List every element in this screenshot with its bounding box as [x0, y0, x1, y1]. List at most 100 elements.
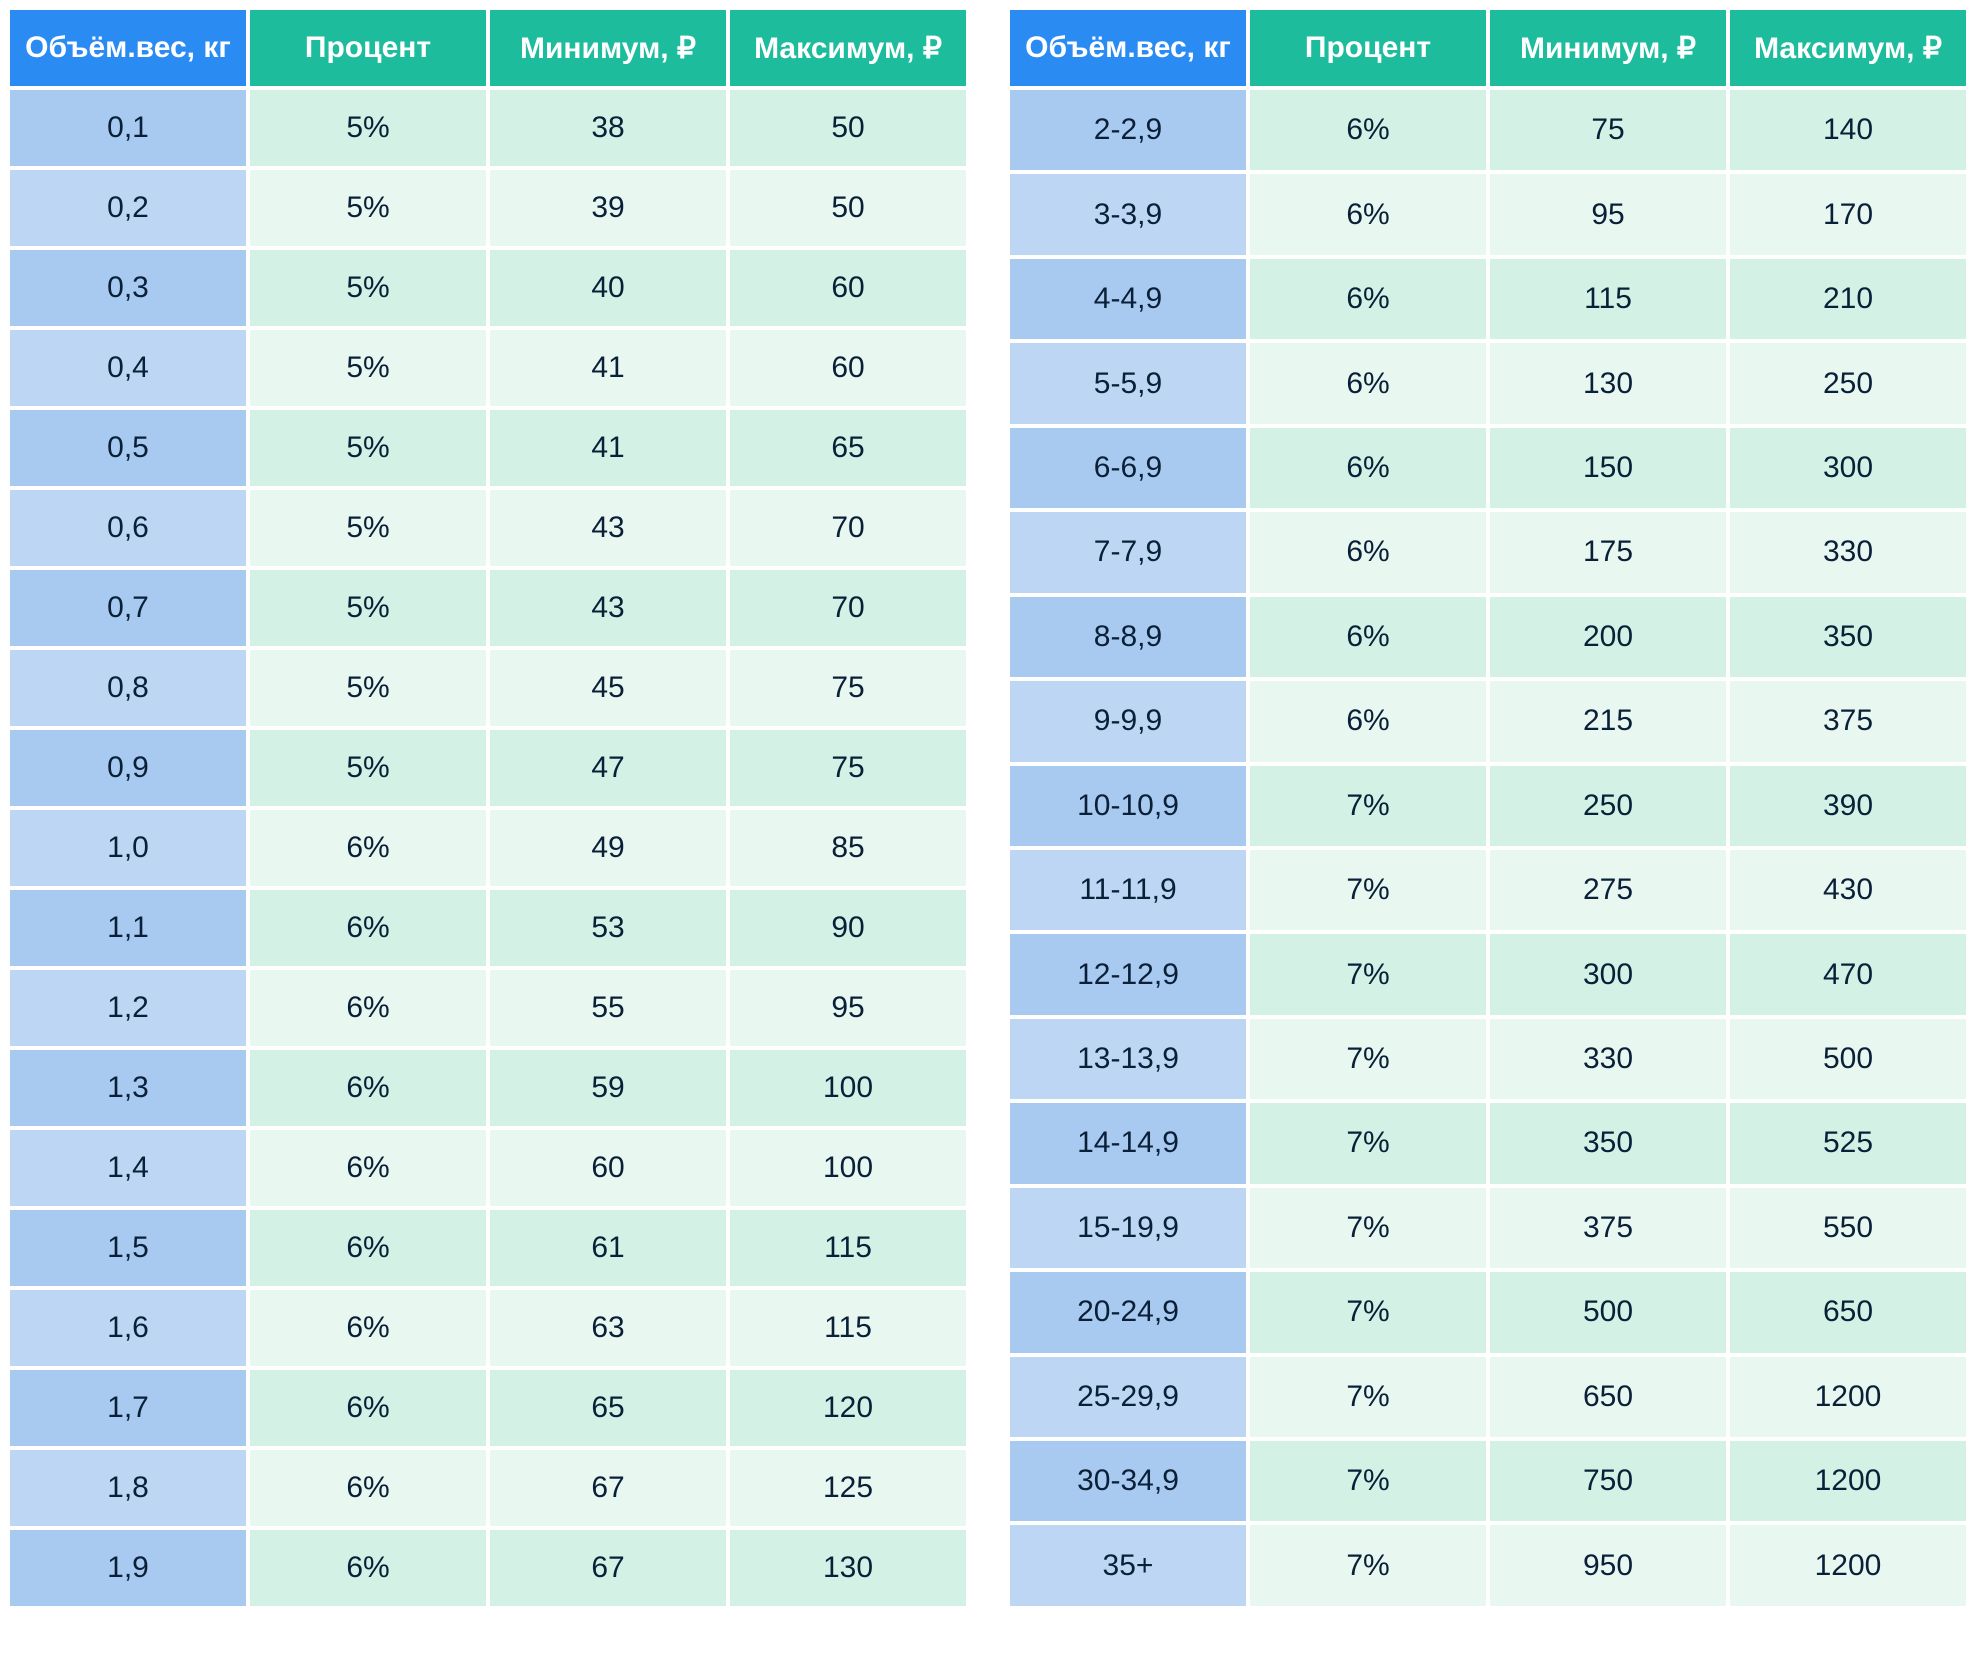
cell-max: 470	[1728, 932, 1968, 1016]
cell-max: 130	[728, 1528, 968, 1608]
table-row: 8-8,96%200350	[1008, 595, 1968, 679]
pricing-table-right: Объём.вес, кг Процент Минимум, ₽ Максиму…	[1008, 8, 1968, 1608]
cell-percent: 6%	[1248, 510, 1488, 594]
cell-max: 330	[1728, 510, 1968, 594]
table-row: 0,55%4165	[8, 408, 968, 488]
cell-max: 70	[728, 488, 968, 568]
cell-max: 75	[728, 648, 968, 728]
cell-percent: 6%	[248, 1128, 488, 1208]
table-row: 35+7%9501200	[1008, 1523, 1968, 1608]
table-row: 1,96%67130	[8, 1528, 968, 1608]
cell-max: 115	[728, 1288, 968, 1368]
table-body-right: 2-2,96%751403-3,96%951704-4,96%1152105-5…	[1008, 88, 1968, 1608]
cell-weight: 0,8	[8, 648, 248, 728]
table-row: 6-6,96%150300	[1008, 426, 1968, 510]
cell-max: 210	[1728, 257, 1968, 341]
table-row: 25-29,97%6501200	[1008, 1355, 1968, 1439]
cell-max: 1200	[1728, 1439, 1968, 1523]
cell-weight: 3-3,9	[1008, 172, 1248, 256]
table-header-row: Объём.вес, кг Процент Минимум, ₽ Максиму…	[8, 8, 968, 88]
table-row: 0,45%4160	[8, 328, 968, 408]
table-row: 9-9,96%215375	[1008, 679, 1968, 763]
cell-weight: 0,2	[8, 168, 248, 248]
cell-max: 60	[728, 328, 968, 408]
col-header-percent: Процент	[248, 8, 488, 88]
cell-max: 50	[728, 88, 968, 168]
cell-min: 60	[488, 1128, 728, 1208]
cell-weight: 0,9	[8, 728, 248, 808]
cell-max: 60	[728, 248, 968, 328]
cell-weight: 1,4	[8, 1128, 248, 1208]
cell-max: 500	[1728, 1017, 1968, 1101]
cell-max: 125	[728, 1448, 968, 1528]
cell-min: 41	[488, 408, 728, 488]
table-row: 1,46%60100	[8, 1128, 968, 1208]
table-row: 12-12,97%300470	[1008, 932, 1968, 1016]
cell-weight: 0,7	[8, 568, 248, 648]
table-row: 0,15%3850	[8, 88, 968, 168]
cell-min: 47	[488, 728, 728, 808]
cell-percent: 7%	[1248, 848, 1488, 932]
col-header-percent: Процент	[1248, 8, 1488, 88]
table-row: 0,95%4775	[8, 728, 968, 808]
cell-min: 67	[488, 1448, 728, 1528]
table-row: 0,65%4370	[8, 488, 968, 568]
table-row: 1,16%5390	[8, 888, 968, 968]
cell-percent: 6%	[1248, 595, 1488, 679]
cell-min: 95	[1488, 172, 1728, 256]
cell-percent: 7%	[1248, 932, 1488, 1016]
cell-percent: 5%	[248, 88, 488, 168]
cell-weight: 5-5,9	[1008, 341, 1248, 425]
table-row: 1,76%65120	[8, 1368, 968, 1448]
col-header-min: Минимум, ₽	[488, 8, 728, 88]
cell-weight: 0,3	[8, 248, 248, 328]
cell-percent: 7%	[1248, 1101, 1488, 1185]
cell-min: 61	[488, 1208, 728, 1288]
cell-percent: 7%	[1248, 764, 1488, 848]
cell-max: 120	[728, 1368, 968, 1448]
cell-max: 115	[728, 1208, 968, 1288]
cell-weight: 10-10,9	[1008, 764, 1248, 848]
cell-percent: 5%	[248, 408, 488, 488]
cell-min: 130	[1488, 341, 1728, 425]
table-row: 14-14,97%350525	[1008, 1101, 1968, 1185]
cell-weight: 1,2	[8, 968, 248, 1048]
table-row: 0,35%4060	[8, 248, 968, 328]
table-row: 20-24,97%500650	[1008, 1270, 1968, 1354]
cell-max: 390	[1728, 764, 1968, 848]
cell-min: 150	[1488, 426, 1728, 510]
table-row: 2-2,96%75140	[1008, 88, 1968, 172]
cell-min: 330	[1488, 1017, 1728, 1101]
cell-min: 200	[1488, 595, 1728, 679]
cell-max: 140	[1728, 88, 1968, 172]
cell-max: 350	[1728, 595, 1968, 679]
cell-min: 40	[488, 248, 728, 328]
cell-weight: 12-12,9	[1008, 932, 1248, 1016]
cell-max: 95	[728, 968, 968, 1048]
cell-percent: 5%	[248, 488, 488, 568]
cell-min: 115	[1488, 257, 1728, 341]
cell-min: 175	[1488, 510, 1728, 594]
table-row: 15-19,97%375550	[1008, 1186, 1968, 1270]
cell-max: 300	[1728, 426, 1968, 510]
tables-wrapper: Объём.вес, кг Процент Минимум, ₽ Максиму…	[0, 0, 1976, 1648]
cell-min: 350	[1488, 1101, 1728, 1185]
cell-percent: 6%	[248, 1528, 488, 1608]
table-row: 4-4,96%115210	[1008, 257, 1968, 341]
cell-min: 67	[488, 1528, 728, 1608]
cell-percent: 7%	[1248, 1439, 1488, 1523]
cell-weight: 9-9,9	[1008, 679, 1248, 763]
cell-weight: 35+	[1008, 1523, 1248, 1608]
col-header-max: Максимум, ₽	[728, 8, 968, 88]
cell-min: 750	[1488, 1439, 1728, 1523]
cell-percent: 6%	[1248, 88, 1488, 172]
cell-percent: 5%	[248, 648, 488, 728]
table-body-left: 0,15%38500,25%39500,35%40600,45%41600,55…	[8, 88, 968, 1608]
cell-min: 300	[1488, 932, 1728, 1016]
col-header-weight: Объём.вес, кг	[1008, 8, 1248, 88]
cell-weight: 20-24,9	[1008, 1270, 1248, 1354]
cell-percent: 6%	[1248, 426, 1488, 510]
cell-percent: 7%	[1248, 1523, 1488, 1608]
cell-weight: 0,6	[8, 488, 248, 568]
cell-weight: 1,7	[8, 1368, 248, 1448]
